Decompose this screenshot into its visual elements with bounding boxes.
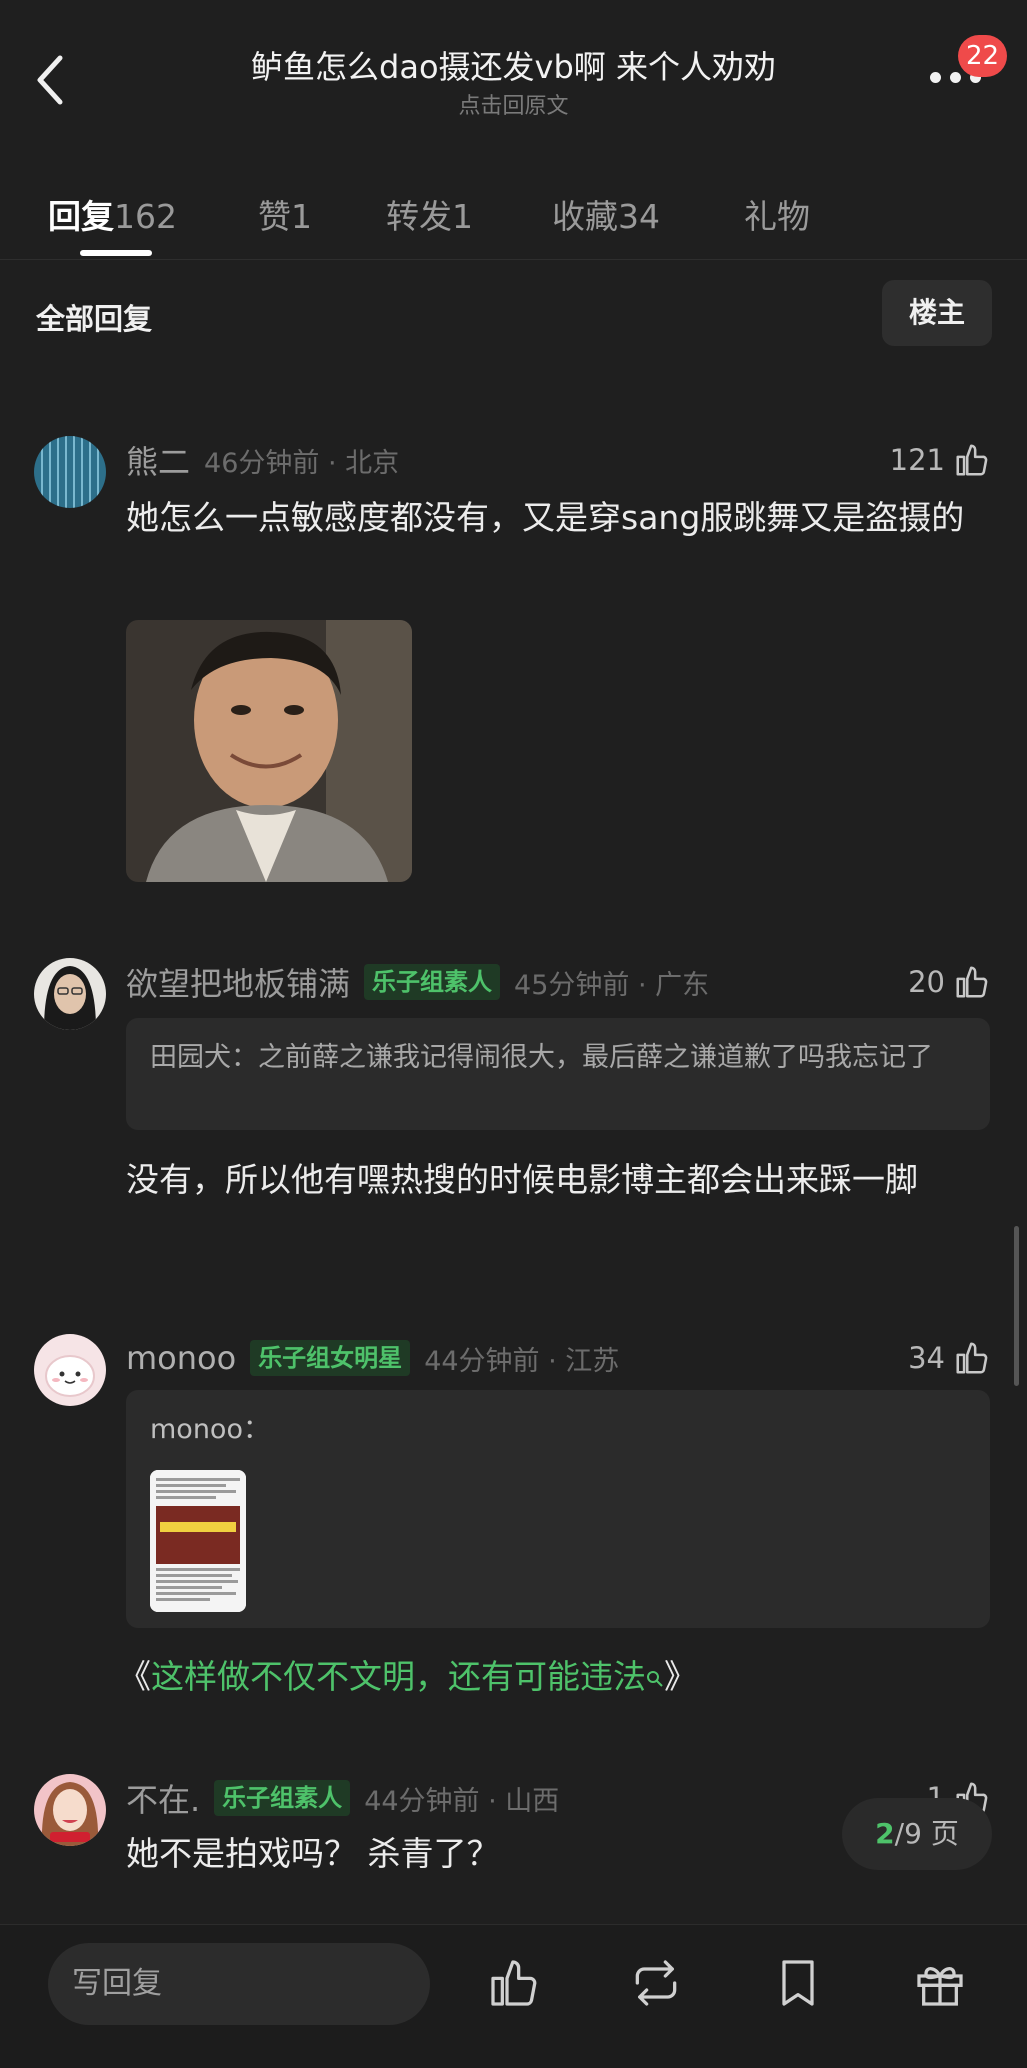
- comment-meta: 欲望把地板铺满 乐子组素人 45分钟前 · 广东: [126, 960, 709, 1004]
- tab-likes[interactable]: 赞1: [258, 190, 312, 238]
- avatar-image: [34, 1334, 106, 1406]
- avatar-image: [34, 436, 106, 508]
- user-tag: 乐子组女明星: [250, 1340, 411, 1376]
- more-dot-icon: [930, 72, 941, 83]
- bookmark-button[interactable]: [770, 1955, 826, 2011]
- owner-only-button[interactable]: 楼主: [882, 280, 992, 346]
- tab-replies[interactable]: 回复162: [48, 190, 177, 238]
- comment-meta: 不在. 乐子组素人 44分钟前 · 山西: [126, 1776, 559, 1820]
- tab-bar: 回复162 赞1 转发1 收藏34 礼物: [0, 180, 1027, 260]
- username[interactable]: 欲望把地板铺满: [126, 959, 350, 1005]
- tab-reposts[interactable]: 转发1: [386, 190, 473, 238]
- quoted-reply[interactable]: monoo：: [126, 1390, 990, 1628]
- tab-label: 转发: [386, 197, 452, 236]
- tab-label: 收藏: [552, 197, 618, 236]
- tab-label: 赞: [258, 197, 291, 236]
- repost-button[interactable]: [628, 1955, 684, 2011]
- repost-icon: [635, 1960, 677, 2006]
- gift-icon: [917, 1967, 963, 2006]
- thumbs-up-icon: [491, 1960, 537, 2006]
- comment-meta: monoo 乐子组女明星 44分钟前 · 江苏: [126, 1336, 619, 1380]
- page-indicator[interactable]: 2/9 页: [842, 1798, 992, 1870]
- active-tab-indicator: [80, 250, 152, 256]
- comment-time: 46分钟前 · 北京: [204, 447, 400, 479]
- comment-text: 没有，所以他有嘿热搜的时候电影博主都会出来踩一脚: [126, 1160, 918, 1199]
- back-button[interactable]: [30, 50, 80, 110]
- avatar[interactable]: [34, 436, 106, 508]
- tab-label: 礼物: [744, 197, 810, 236]
- link-open-bracket: 《: [118, 1657, 151, 1696]
- thumbs-up-icon: [956, 444, 988, 476]
- tab-count: 1: [291, 197, 312, 236]
- comment-time: 44分钟前 · 江苏: [424, 1345, 620, 1377]
- tab-gifts[interactable]: 礼物: [744, 190, 810, 238]
- thumbs-up-icon: [956, 1342, 988, 1374]
- comment-meta: 熊二 46分钟前 · 北京: [126, 438, 399, 482]
- tab-count: 34: [618, 197, 660, 236]
- like-button[interactable]: 20: [908, 960, 991, 1004]
- like-button[interactable]: 121: [890, 438, 991, 482]
- like-count: 34: [908, 1341, 945, 1375]
- comment-text: 她怎么一点敏感度都没有，又是穿sang服跳舞又是盗摄的: [126, 498, 965, 537]
- tab-count: 162: [114, 197, 177, 236]
- reply-input[interactable]: 写回复: [48, 1943, 430, 2025]
- more-dot-icon: [950, 72, 961, 83]
- like-button[interactable]: 34: [908, 1336, 991, 1380]
- article-link[interactable]: 《这样做不仅不文明，还有可能违法》: [118, 1650, 697, 1698]
- comment-time: 44分钟前 · 山西: [364, 1785, 560, 1817]
- quote-author: monoo：: [150, 1414, 270, 1445]
- thumbs-up-icon: [956, 966, 988, 998]
- username[interactable]: 熊二: [126, 437, 190, 483]
- like-count: 121: [889, 443, 945, 477]
- avatar[interactable]: [34, 1774, 106, 1846]
- screenshot-thumbnail: [150, 1470, 246, 1612]
- tab-favorites[interactable]: 收藏34: [552, 190, 660, 238]
- current-page: 2: [875, 1817, 895, 1850]
- photo-image: [126, 620, 412, 882]
- avatar[interactable]: [34, 1334, 106, 1406]
- quoted-reply[interactable]: 田园犬：之前薛之谦我记得闹很大，最后薛之谦道歉了吗我忘记了: [126, 1018, 990, 1130]
- link-text: 这样做不仅不文明，还有可能违法: [151, 1657, 646, 1696]
- username[interactable]: 不在.: [126, 1775, 200, 1821]
- like-post-button[interactable]: [486, 1955, 542, 2011]
- tab-label: 回复: [48, 197, 114, 236]
- total-pages: /9: [894, 1817, 922, 1850]
- avatar[interactable]: [34, 958, 106, 1030]
- scrollbar[interactable]: [1014, 1226, 1019, 1386]
- user-tag: 乐子组素人: [364, 964, 501, 1000]
- all-replies-label[interactable]: 全部回复: [36, 296, 152, 338]
- avatar-image: [34, 958, 106, 1030]
- chevron-left-icon: [37, 55, 63, 105]
- link-close-bracket: 》: [664, 1657, 697, 1696]
- comment-image[interactable]: [126, 620, 412, 882]
- quote-image[interactable]: [150, 1470, 246, 1612]
- notification-badge: 22: [958, 35, 1008, 77]
- comment-time: 45分钟前 · 广东: [514, 969, 710, 1001]
- bottom-action-bar: 写回复: [0, 1924, 1027, 2068]
- bookmark-icon: [782, 1960, 814, 2006]
- user-tag: 乐子组素人: [214, 1780, 351, 1816]
- avatar-image: [34, 1774, 106, 1846]
- post-title[interactable]: 鲈鱼怎么dao摄还发vb啊 来个人劝劝: [150, 42, 877, 88]
- tab-count: 1: [452, 197, 473, 236]
- gift-button[interactable]: [912, 1955, 968, 2011]
- username[interactable]: monoo: [126, 1339, 236, 1377]
- search-icon: [647, 1670, 663, 1687]
- top-bar: 鲈鱼怎么dao摄还发vb啊 来个人劝劝 点击回原文 22: [0, 0, 1027, 140]
- like-count: 20: [908, 965, 945, 999]
- page-unit: 页: [930, 1817, 959, 1850]
- back-to-post-link[interactable]: 点击回原文: [150, 88, 877, 120]
